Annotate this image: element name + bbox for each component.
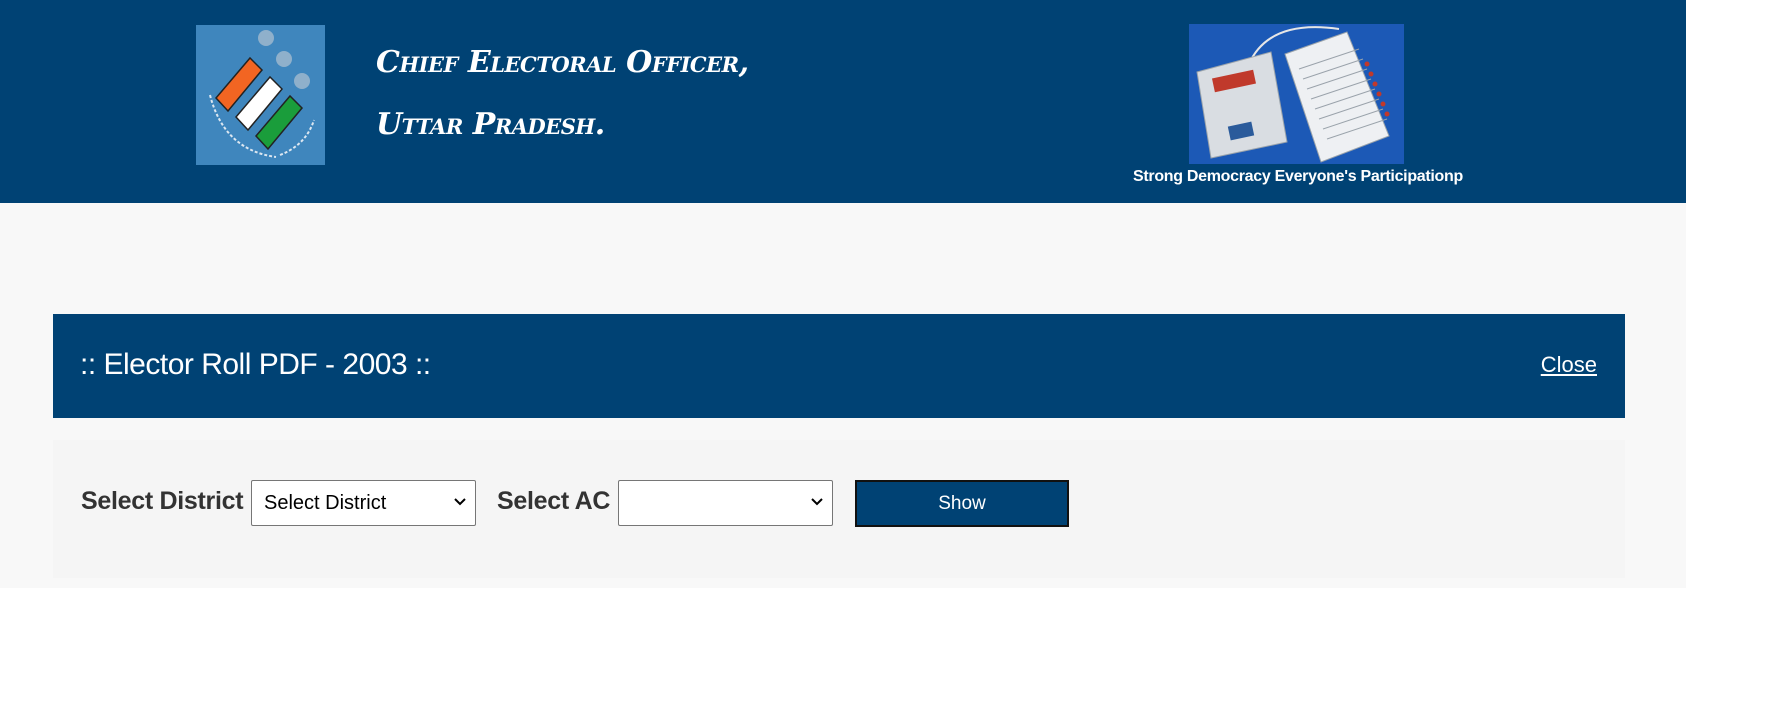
ac-label: Select AC <box>497 487 611 515</box>
filter-form: Select District Select District Select A… <box>53 440 1625 578</box>
site-tagline: Strong Democracy Everyone's Participatio… <box>1133 168 1463 185</box>
district-select-value: Select District <box>264 492 387 514</box>
evm-machine-image <box>1189 24 1404 164</box>
site-title: Chief Electoral Officer, Uttar Pradesh. <box>376 32 749 156</box>
eci-logo-icon <box>196 25 325 165</box>
district-select[interactable]: Select District <box>251 480 476 526</box>
site-header: Chief Electoral Officer, Uttar Pradesh. … <box>0 0 1686 203</box>
close-link[interactable]: Close <box>1541 352 1597 378</box>
panel-header: :: Elector Roll PDF - 2003 :: Close <box>53 314 1625 418</box>
show-button[interactable]: Show <box>855 480 1069 527</box>
chevron-down-icon <box>810 493 824 516</box>
panel-title: :: Elector Roll PDF - 2003 :: <box>80 348 431 381</box>
chevron-down-icon <box>453 493 467 516</box>
site-title-line1: Chief Electoral Officer, <box>376 45 749 80</box>
site-title-line2: Uttar Pradesh. <box>376 107 605 142</box>
district-label: Select District <box>81 487 244 515</box>
ac-select[interactable] <box>618 480 833 526</box>
